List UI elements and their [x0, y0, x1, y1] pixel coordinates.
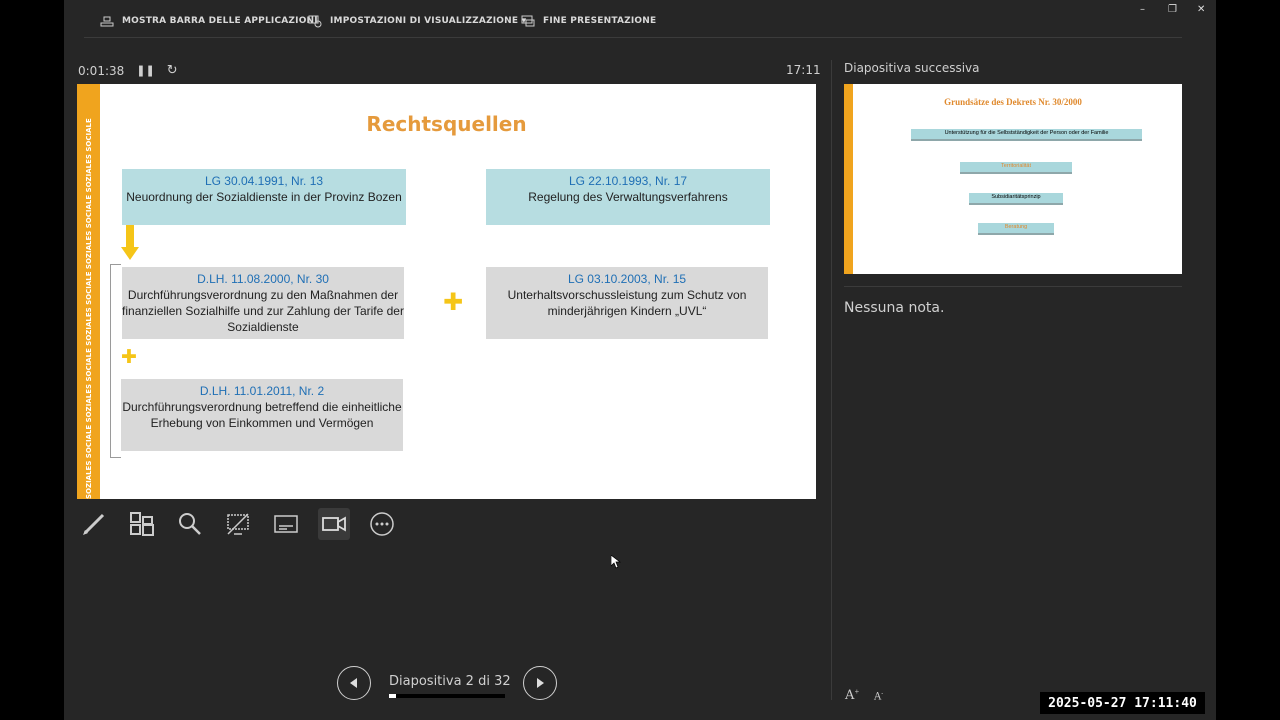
see-all-slides-button[interactable] [126, 508, 158, 540]
end-show-button[interactable]: FINE PRESENTAZIONE [521, 14, 656, 28]
law-box-header: LG 22.10.1993, Nr. 17 [568, 174, 688, 188]
restore-button[interactable]: ❐ [1168, 4, 1177, 15]
mouse-cursor-icon [611, 555, 621, 569]
thumbnail-bar: Territorialität [960, 162, 1072, 174]
law-box: LG 30.04.1991, Nr. 13 Neuordnung der Soz… [122, 169, 406, 225]
law-box-header: D.LH. 11.08.2000, Nr. 30 [197, 272, 329, 286]
slide-progress-fill [389, 694, 396, 698]
increase-font-button[interactable]: A+ [845, 688, 859, 703]
thumbnail-bar: Subsidiaritätsprinzip [969, 193, 1063, 205]
display-settings-icon [308, 15, 322, 28]
notes-divider [844, 286, 1182, 287]
law-box-header: D.LH. 11.01.2011, Nr. 2 [199, 384, 325, 398]
thumbnail-bar: Beratung [978, 223, 1054, 235]
presenter-window: MOSTRA BARRA DELLE APPLICAZIONI IMPOSTAZ… [64, 0, 1216, 720]
restart-icon[interactable]: ↻ [167, 63, 178, 78]
timestamp-overlay: 2025-05-27 17:11:40 [1040, 692, 1205, 714]
law-box-header: LG 03.10.2003, Nr. 15 [567, 272, 687, 286]
law-box-body: Durchführungsverordnung zu den Maßnahmen… [122, 288, 404, 334]
law-box: LG 22.10.1993, Nr. 17 Regelung des Verwa… [486, 169, 770, 225]
camera-toggle-button[interactable] [318, 508, 350, 540]
black-screen-button[interactable] [222, 508, 254, 540]
chevron-right-icon [537, 678, 544, 688]
slide-progress-bar [389, 694, 505, 698]
previous-slide-button[interactable] [337, 666, 371, 700]
screen-slash-icon [227, 513, 249, 535]
thumbnail-title: Grundsätze des Dekrets Nr. 30/2000 [944, 97, 1082, 107]
speaker-notes[interactable]: Nessuna nota. [844, 300, 944, 316]
taskbar-icon [100, 16, 114, 27]
law-box-body: Durchführungsverordnung betreffend die e… [122, 400, 402, 430]
show-taskbar-button[interactable]: MOSTRA BARRA DELLE APPLICAZIONI [100, 14, 318, 28]
thumbnail-stripe [844, 84, 853, 274]
next-slide-button[interactable] [523, 666, 557, 700]
pen-tool-button[interactable] [78, 508, 110, 540]
top-divider [84, 37, 1182, 38]
display-settings-button[interactable]: IMPOSTAZIONI DI VISUALIZZAZIONE ▾ [308, 14, 526, 28]
next-slide-thumbnail[interactable]: Grundsätze des Dekrets Nr. 30/2000 Unter… [844, 84, 1182, 274]
grid-icon [130, 512, 154, 536]
law-box-body: Unterhaltsvorschussleistung zum Schutz v… [507, 288, 747, 318]
slide-side-stripe: SOZIALES SOCIALE SOZIALES SOCIALE SOZIAL… [77, 84, 100, 499]
elapsed-time: 0:01:38 [78, 63, 125, 78]
video-camera-icon [322, 516, 346, 532]
law-box-body: Regelung des Verwaltungsverfahrens [528, 190, 728, 204]
slide-title: Rechtsquellen [366, 112, 527, 136]
end-show-icon [521, 15, 535, 27]
slide-counter[interactable]: Diapositiva 2 di 32 [389, 674, 511, 689]
law-box: D.LH. 11.01.2011, Nr. 2 Durchführungsver… [121, 379, 403, 451]
display-settings-label: IMPOSTAZIONI DI VISUALIZZAZIONE ▾ [330, 16, 527, 26]
clock: 17:11 [786, 63, 821, 77]
next-slide-label: Diapositiva successiva [844, 61, 980, 75]
timer: 0:01:38 ❚❚ ↻ [78, 63, 178, 78]
close-button[interactable]: ✕ [1197, 4, 1205, 15]
law-box: D.LH. 11.08.2000, Nr. 30 Durchführungsve… [122, 267, 404, 339]
pane-divider[interactable] [831, 60, 832, 700]
law-box-body: Neuordnung der Sozialdienste in der Prov… [126, 190, 402, 204]
show-taskbar-label: MOSTRA BARRA DELLE APPLICAZIONI [122, 16, 318, 26]
plus-icon: ✚ [443, 288, 464, 316]
presenter-tools [78, 508, 398, 540]
current-slide[interactable]: SOZIALES SOCIALE SOZIALES SOCIALE SOZIAL… [77, 84, 816, 499]
decrease-font-button[interactable]: A- [874, 690, 883, 702]
arrow-down-icon [121, 225, 139, 260]
plus-icon: ✚ [121, 346, 137, 368]
more-options-icon [370, 512, 394, 536]
pause-icon[interactable]: ❚❚ [136, 64, 154, 77]
subtitles-button[interactable] [270, 508, 302, 540]
pen-icon [83, 513, 105, 535]
law-box: LG 03.10.2003, Nr. 15 Unterhaltsvorschus… [486, 267, 768, 339]
stripe-text: SOZIALES SOCIALE SOZIALES SOCIALE SOZIAL… [85, 118, 93, 499]
law-box-header: LG 30.04.1991, Nr. 13 [204, 174, 324, 188]
subtitles-icon [274, 515, 298, 533]
chevron-left-icon [350, 678, 357, 688]
thumbnail-bar: Unterstützung für die Selbstständigkeit … [911, 129, 1142, 141]
end-show-label: FINE PRESENTAZIONE [543, 16, 657, 26]
minimize-button[interactable]: – [1140, 4, 1145, 15]
more-options-button[interactable] [366, 508, 398, 540]
zoom-button[interactable] [174, 508, 206, 540]
bracket-line [110, 264, 121, 458]
search-icon [179, 513, 201, 535]
